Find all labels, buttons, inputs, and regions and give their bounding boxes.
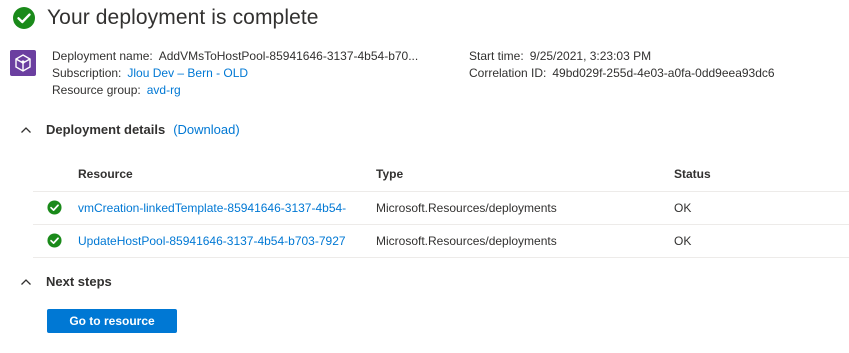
success-check-icon (47, 233, 62, 248)
go-to-resource-button[interactable]: Go to resource (47, 309, 177, 333)
start-time-label: Start time: (469, 49, 524, 63)
column-header-type[interactable]: Type (376, 158, 666, 191)
deployment-name-row: Deployment name: AddVMsToHostPool-8594164… (52, 48, 418, 65)
deployment-details-table: Resource Type Status vmCreation-linkedTe… (33, 158, 849, 258)
resource-group-link[interactable]: avd-rg (147, 83, 181, 97)
deployment-name-value: AddVMsToHostPool-85941646-3137-4b54-b70.… (158, 49, 419, 63)
resource-status: OK (674, 234, 692, 248)
correlation-row: Correlation ID: 49bd029f-255d-4e03-a0fa-0… (469, 65, 775, 82)
deployment-cube-icon (10, 50, 36, 76)
subscription-label: Subscription: (52, 66, 122, 80)
resource-link[interactable]: UpdateHostPool-85941646-3137-4b54-b703-7… (78, 225, 374, 257)
page-header: Your deployment is complete (12, 6, 319, 30)
subscription-link[interactable]: Jlou Dev – Bern - OLD (127, 66, 248, 80)
chevron-up-icon[interactable] (20, 277, 32, 287)
deployment-meta-left: Deployment name: AddVMsToHostPool-8594164… (52, 48, 418, 99)
table-row: vmCreation-linkedTemplate-85941646-3137-… (33, 192, 849, 225)
success-check-icon (47, 200, 62, 215)
resource-group-label: Resource group: (52, 83, 141, 97)
download-link[interactable]: (Download) (173, 122, 239, 137)
resource-type: Microsoft.Resources/deployments (376, 201, 557, 215)
correlation-label: Correlation ID: (469, 66, 547, 80)
resource-status: OK (674, 201, 692, 215)
table-header-row: Resource Type Status (33, 158, 849, 192)
chevron-up-icon[interactable] (20, 125, 32, 135)
deployment-details-title: Deployment details (46, 122, 166, 137)
start-time-row: Start time: 9/25/2021, 3:23:03 PM (469, 48, 775, 65)
resource-type: Microsoft.Resources/deployments (376, 234, 557, 248)
deployment-meta-right: Start time: 9/25/2021, 3:23:03 PM Correla… (469, 48, 775, 82)
table-row: UpdateHostPool-85941646-3137-4b54-b703-7… (33, 225, 849, 258)
next-steps-title: Next steps (46, 274, 112, 289)
column-header-resource[interactable]: Resource (78, 158, 374, 191)
deployment-details-section-header[interactable]: Deployment details (Download) (20, 122, 240, 137)
next-steps-section-header[interactable]: Next steps (20, 274, 112, 289)
resource-link[interactable]: vmCreation-linkedTemplate-85941646-3137-… (78, 192, 374, 224)
column-header-status[interactable]: Status (674, 158, 824, 191)
success-check-icon (13, 7, 35, 29)
deployment-name-label: Deployment name: (52, 49, 153, 63)
correlation-value: 49bd029f-255d-4e03-a0fa-0dd9eea93dc6 (552, 66, 775, 80)
start-time-value: 9/25/2021, 3:23:03 PM (529, 49, 652, 63)
page-title: Your deployment is complete (47, 6, 319, 29)
resource-group-row: Resource group: avd-rg (52, 82, 418, 99)
subscription-row: Subscription: Jlou Dev – Bern - OLD (52, 65, 418, 82)
